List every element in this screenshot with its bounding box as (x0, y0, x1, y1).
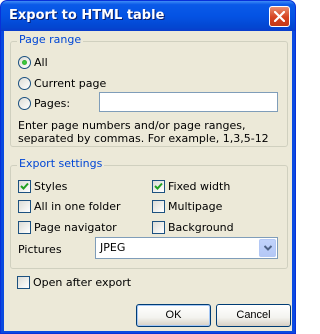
dialog-body: Page range All Current page Pages: Enter… (4, 31, 292, 331)
radio-current-page[interactable] (18, 77, 31, 90)
close-icon (274, 11, 285, 22)
all-in-one-folder-label[interactable]: All in one folder (34, 200, 121, 213)
multipage-label[interactable]: Multipage (168, 200, 222, 213)
page-range-hint-line2: separated by commas. For example, 1,3,5-… (18, 132, 269, 145)
export-settings-legend: Export settings (17, 157, 105, 170)
export-dialog: Export to HTML table Page range All Curr… (0, 0, 296, 334)
radio-current-page-label[interactable]: Current page (34, 77, 106, 90)
export-settings-group: Export settings Styles Fixed width All i… (10, 157, 288, 269)
styles-checkbox[interactable] (18, 180, 31, 193)
title-bar[interactable]: Export to HTML table (1, 1, 295, 31)
checkmark-icon (20, 182, 29, 190)
checkmark-icon (154, 182, 163, 190)
fixed-width-label[interactable]: Fixed width (168, 180, 230, 193)
radio-pages[interactable] (18, 97, 31, 110)
all-in-one-folder-checkbox[interactable] (18, 200, 31, 213)
dialog-title: Export to HTML table (9, 8, 165, 23)
radio-pages-label[interactable]: Pages: (34, 97, 70, 110)
close-button[interactable] (269, 6, 290, 27)
styles-label[interactable]: Styles (34, 180, 67, 193)
background-label[interactable]: Background (168, 221, 234, 234)
fixed-width-checkbox[interactable] (152, 180, 165, 193)
pages-input[interactable] (99, 92, 278, 112)
page-range-group: Page range All Current page Pages: Enter… (10, 33, 288, 147)
open-after-export-checkbox[interactable] (17, 276, 30, 289)
background-checkbox[interactable] (152, 221, 165, 234)
page-navigator-label[interactable]: Page navigator (34, 221, 117, 234)
ok-button[interactable]: OK (136, 304, 211, 327)
radio-selected-dot (22, 60, 27, 65)
page-range-hint-line1: Enter page numbers and/or page ranges, (18, 119, 246, 132)
multipage-checkbox[interactable] (152, 200, 165, 213)
pictures-label: Pictures (18, 243, 62, 256)
page-range-legend: Page range (17, 33, 84, 46)
dropdown-arrow-icon (264, 245, 272, 251)
cancel-button[interactable]: Cancel (216, 304, 291, 327)
pictures-dropdown-button[interactable] (259, 239, 276, 257)
open-after-export-label[interactable]: Open after export (33, 276, 131, 289)
page-navigator-checkbox[interactable] (18, 221, 31, 234)
pictures-select-value: JPEG (100, 241, 126, 254)
radio-all[interactable] (18, 56, 31, 69)
radio-all-label[interactable]: All (34, 56, 48, 69)
pictures-select[interactable]: JPEG (95, 237, 278, 259)
